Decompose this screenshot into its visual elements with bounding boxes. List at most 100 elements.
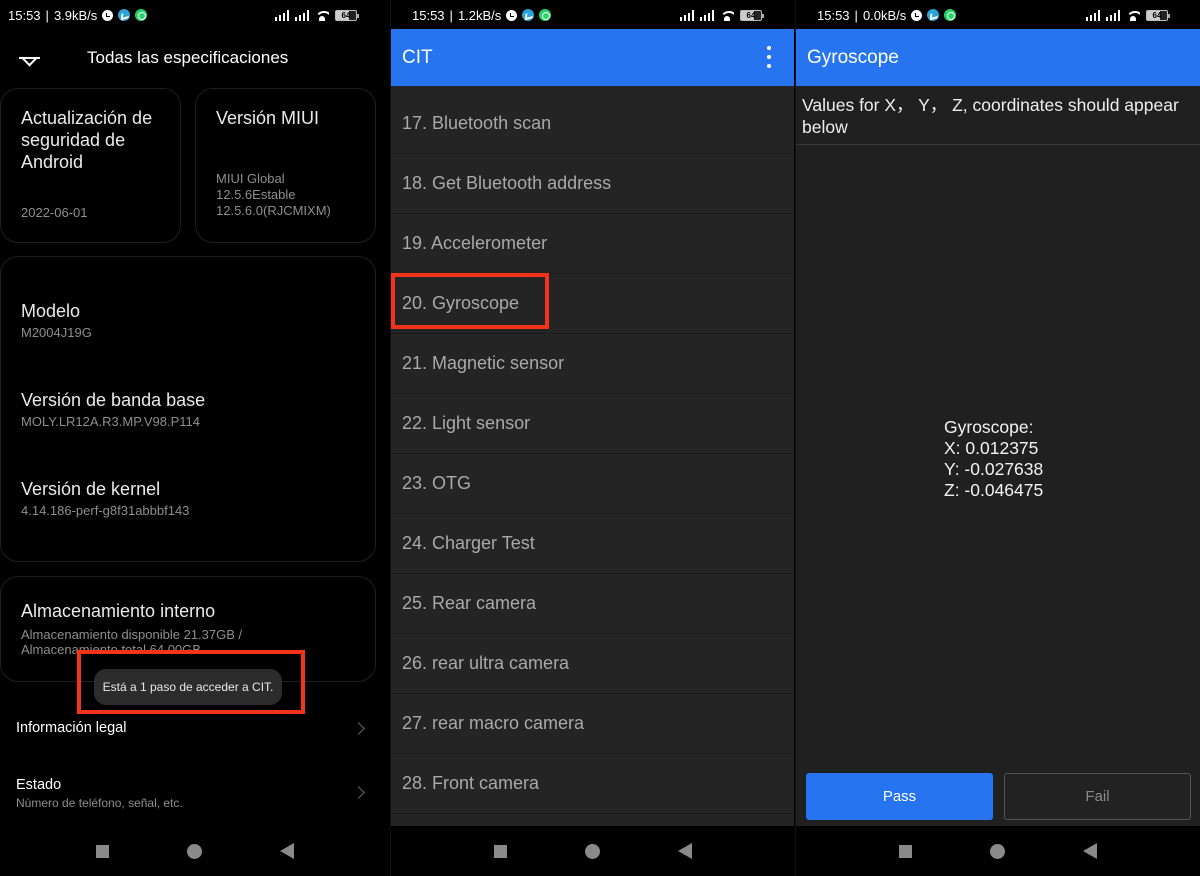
cit-test-list[interactable]: 17. Bluetooth scan 18. Get Bluetooth addr… <box>391 86 794 826</box>
whatsapp-icon <box>944 9 957 21</box>
spec-value: M2004J19G <box>21 325 92 340</box>
page-title: Todas las especificaciones <box>87 48 289 67</box>
specs-card: Modelo M2004J19G Versión de banda base M… <box>0 256 376 562</box>
battery-icon: 64 <box>335 10 359 21</box>
signal-icon <box>1086 10 1100 21</box>
status-divider: | <box>449 7 453 23</box>
menu-item-status[interactable]: Estado Número de teléfono, señal, etc. <box>0 760 389 820</box>
home-icon[interactable] <box>990 843 1005 859</box>
wifi-icon <box>720 10 734 21</box>
app-bar: Gyroscope <box>796 29 1200 86</box>
miui-version-card[interactable]: Versión MIUI MIUI Global 12.5.6Estable 1… <box>195 88 376 243</box>
chevron-right-icon <box>352 786 365 799</box>
readout-label: Gyroscope: <box>944 417 1034 437</box>
status-speed: 1.2kB/s <box>457 7 502 23</box>
whatsapp-icon <box>135 9 148 21</box>
cit-list-item[interactable]: 26. rear ultra camera <box>391 634 794 694</box>
menu-item-label: Estado <box>16 777 62 793</box>
card-value: 2022-06-01 <box>21 205 88 220</box>
recents-icon[interactable] <box>95 844 109 858</box>
back-icon[interactable] <box>1083 843 1097 859</box>
app-title: Gyroscope <box>807 47 899 68</box>
cit-list-item[interactable]: 24. Charger Test <box>391 514 794 574</box>
spec-title: Versión de kernel <box>21 479 161 499</box>
back-icon[interactable] <box>279 843 294 859</box>
cit-menu-screen: 15:53 | 1.2kB/s 64 CIT 17. Bluetooth sca… <box>390 0 794 876</box>
gyroscope-readout: Gyroscope: X: 0.012375 Y: -0.027638 Z: -… <box>944 417 1043 501</box>
security-update-card[interactable]: Actualización de seguridad de Android 20… <box>0 88 181 243</box>
signal-icon <box>275 10 289 21</box>
card-value-line: 12.5.6.0(RJCMIXM) <box>216 203 331 218</box>
card-title: Versión MIUI <box>216 108 320 128</box>
spec-title: Modelo <box>21 301 81 321</box>
spec-value: 4.14.186-perf-g8f31abbbf143 <box>21 503 190 518</box>
home-icon[interactable] <box>186 843 202 859</box>
whatsapp-icon <box>539 9 552 21</box>
readout-z: Z: -0.046475 <box>944 480 1044 500</box>
recents-icon[interactable] <box>493 844 507 858</box>
highlight-box <box>391 273 549 329</box>
about-phone-screen: 15:53 | 3.9kB/s 64 Todas las especificac… <box>0 0 389 876</box>
status-time: 15:53 <box>8 7 41 23</box>
navigation-bar <box>0 826 389 876</box>
cit-list-item[interactable]: 22. Light sensor <box>391 394 794 454</box>
cit-list-item[interactable]: 21. Magnetic sensor <box>391 334 794 394</box>
status-bar: 15:53 | 0.0kB/s 64 <box>796 0 1200 30</box>
menu-item-subtitle: Número de teléfono, señal, etc. <box>16 796 183 810</box>
wifi-icon <box>315 10 329 21</box>
back-arrow-icon[interactable] <box>18 48 42 68</box>
card-value-line: 12.5.6Estable <box>216 187 296 202</box>
alarm-icon <box>102 9 114 21</box>
cit-list-item[interactable]: 28. Front camera <box>391 754 794 814</box>
signal-icon <box>680 10 694 21</box>
card-title: Actualización de seguridad de Android <box>21 108 153 172</box>
status-divider: | <box>854 7 858 23</box>
storage-title: Almacenamiento interno <box>21 601 216 621</box>
menu-item-label: Información legal <box>16 720 127 736</box>
readout-y: Y: -0.027638 <box>944 459 1044 479</box>
gyroscope-test-screen: 15:53 | 0.0kB/s 64 Gyroscope Values for … <box>795 0 1200 876</box>
battery-icon: 64 <box>1146 10 1170 21</box>
status-time: 15:53 <box>817 7 850 23</box>
divider <box>796 144 1200 145</box>
chevron-right-icon <box>352 722 365 735</box>
spec-value: MOLY.LR12A.R3.MP.V98.P114 <box>21 414 200 429</box>
spec-title: Versión de banda base <box>21 390 206 410</box>
cit-list-item[interactable]: 27. rear macro camera <box>391 694 794 754</box>
recents-icon[interactable] <box>899 844 912 858</box>
cit-list-item[interactable]: 23. OTG <box>391 454 794 514</box>
wifi-icon <box>1126 10 1140 21</box>
status-bar: 15:53 | 1.2kB/s 64 <box>391 0 794 30</box>
status-time: 15:53 <box>412 7 445 23</box>
app-bar: CIT <box>391 29 794 86</box>
pass-button[interactable]: Pass <box>806 773 993 820</box>
signal-icon <box>295 10 309 21</box>
navigation-bar <box>796 826 1200 876</box>
page-header: Todas las especificaciones <box>0 36 389 80</box>
more-options-icon[interactable] <box>764 46 774 68</box>
cit-list-item[interactable]: 18. Get Bluetooth address <box>391 154 794 214</box>
alarm-icon <box>506 9 518 21</box>
telegram-icon <box>927 9 940 21</box>
gyroscope-content: Values for X， Y， Z, coordinates should a… <box>796 86 1200 826</box>
fail-button[interactable]: Fail <box>1004 773 1191 820</box>
readout-x: X: 0.012375 <box>944 438 1039 458</box>
app-title: CIT <box>402 47 433 68</box>
instruction-text: Values for X， Y， Z, coordinates should a… <box>802 95 1179 137</box>
menu-item-legal-info[interactable]: Información legal <box>0 700 389 760</box>
signal-icon <box>1106 10 1120 21</box>
home-icon[interactable] <box>584 843 600 859</box>
card-value-line: MIUI Global <box>216 171 285 186</box>
status-speed: 0.0kB/s <box>862 7 907 23</box>
signal-icon <box>700 10 714 21</box>
back-icon[interactable] <box>677 843 692 859</box>
cit-list-item[interactable]: 19. Accelerometer <box>391 214 794 274</box>
cit-list-item[interactable]: 25. Rear camera <box>391 574 794 634</box>
telegram-icon <box>522 9 535 21</box>
storage-available: Almacenamiento disponible 21.37GB / <box>21 627 243 642</box>
navigation-bar <box>391 826 794 876</box>
cit-list-item[interactable]: 17. Bluetooth scan <box>391 94 794 154</box>
status-divider: | <box>45 7 49 23</box>
telegram-icon <box>118 9 131 21</box>
alarm-icon <box>911 9 923 21</box>
